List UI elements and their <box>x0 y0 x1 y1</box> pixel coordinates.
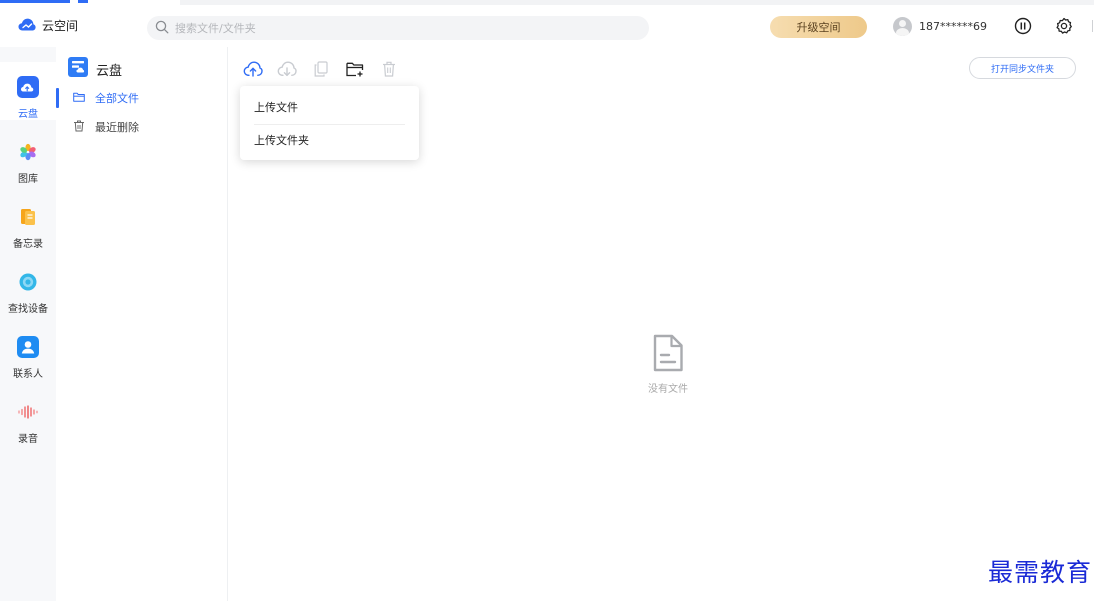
folder-icon <box>73 92 85 105</box>
search-icon <box>155 19 169 38</box>
avatar[interactable] <box>893 17 912 36</box>
nav-label: 录音 <box>18 434 38 445</box>
sidebar-item-label: 全部文件 <box>95 92 139 105</box>
notes-icon <box>17 206 39 228</box>
settings-gear-icon[interactable] <box>1054 16 1074 36</box>
cloud-logo-icon <box>18 18 36 34</box>
watermark: 最需教育 <box>988 558 1093 587</box>
contacts-icon <box>17 336 39 358</box>
file-toolbar <box>243 59 399 79</box>
nav-label: 云盘 <box>18 109 38 120</box>
menu-item-upload-file[interactable]: 上传文件 <box>240 90 419 123</box>
upgrade-storage-button[interactable]: 升级空间 <box>770 16 867 38</box>
brand: 云空间 <box>18 17 78 34</box>
trash-icon <box>73 120 85 135</box>
new-folder-icon[interactable] <box>345 59 365 79</box>
nav-label: 图库 <box>18 174 38 185</box>
download-icon[interactable] <box>277 59 297 79</box>
sidebar-item-all-files[interactable]: 全部文件 <box>56 86 227 110</box>
cloud-disk-icon <box>17 76 39 98</box>
empty-document-icon <box>652 334 684 376</box>
sidebar-item-label: 最近删除 <box>95 121 139 134</box>
header-divider <box>1092 20 1093 32</box>
open-sync-folder-button[interactable]: 打开同步文件夹 <box>969 57 1076 79</box>
sidebar-header: 云盘 <box>68 57 122 81</box>
nav-label: 联系人 <box>13 369 43 380</box>
recorder-icon <box>17 401 39 423</box>
nav-item-recorder[interactable]: 录音 <box>0 387 56 445</box>
nav-item-notes[interactable]: 备忘录 <box>0 192 56 250</box>
nav-item-contacts[interactable]: 联系人 <box>0 322 56 380</box>
upload-icon[interactable] <box>243 59 263 79</box>
tab-indicator <box>78 0 88 3</box>
empty-state-label: 没有文件 <box>648 384 688 395</box>
sidebar-title: 云盘 <box>96 63 123 79</box>
copy-icon[interactable] <box>311 59 331 79</box>
app-window: 云空间 升级空间 187******69 云盘 <box>0 0 1110 601</box>
pause-sync-icon[interactable] <box>1013 16 1033 36</box>
main-content: 打开同步文件夹 上传文件 上传文件夹 没有文件 <box>229 47 1110 601</box>
find-device-icon <box>17 271 39 293</box>
cloud-disk-sidebar: 云盘 全部文件 最近删除 <box>56 47 228 601</box>
search-box[interactable] <box>147 16 649 40</box>
app-nav-rail: 云盘 图库 备忘录 查找设备 联系人 录音 <box>0 47 56 601</box>
gallery-icon <box>17 141 39 163</box>
menu-item-upload-folder[interactable]: 上传文件夹 <box>240 123 419 156</box>
nav-item-cloud-disk[interactable]: 云盘 <box>0 62 56 120</box>
nav-label: 备忘录 <box>13 239 43 250</box>
header: 云空间 升级空间 187******69 <box>0 5 1110 47</box>
brand-name: 云空间 <box>42 19 79 33</box>
user-account[interactable]: 187******69 <box>893 17 987 36</box>
delete-icon[interactable] <box>379 59 399 79</box>
sidebar-item-recently-deleted[interactable]: 最近删除 <box>56 115 227 139</box>
upload-dropdown-menu: 上传文件 上传文件夹 <box>240 86 419 160</box>
nav-item-gallery[interactable]: 图库 <box>0 127 56 185</box>
nav-label: 查找设备 <box>8 304 48 315</box>
active-window-indicator <box>0 0 70 3</box>
search-input[interactable] <box>175 21 635 35</box>
nav-item-find-device[interactable]: 查找设备 <box>0 257 56 315</box>
cloud-disk-header-icon <box>68 57 88 81</box>
more-dots-icon[interactable] <box>19 597 33 601</box>
user-phone: 187******69 <box>919 20 987 33</box>
empty-state: 没有文件 <box>638 334 698 395</box>
